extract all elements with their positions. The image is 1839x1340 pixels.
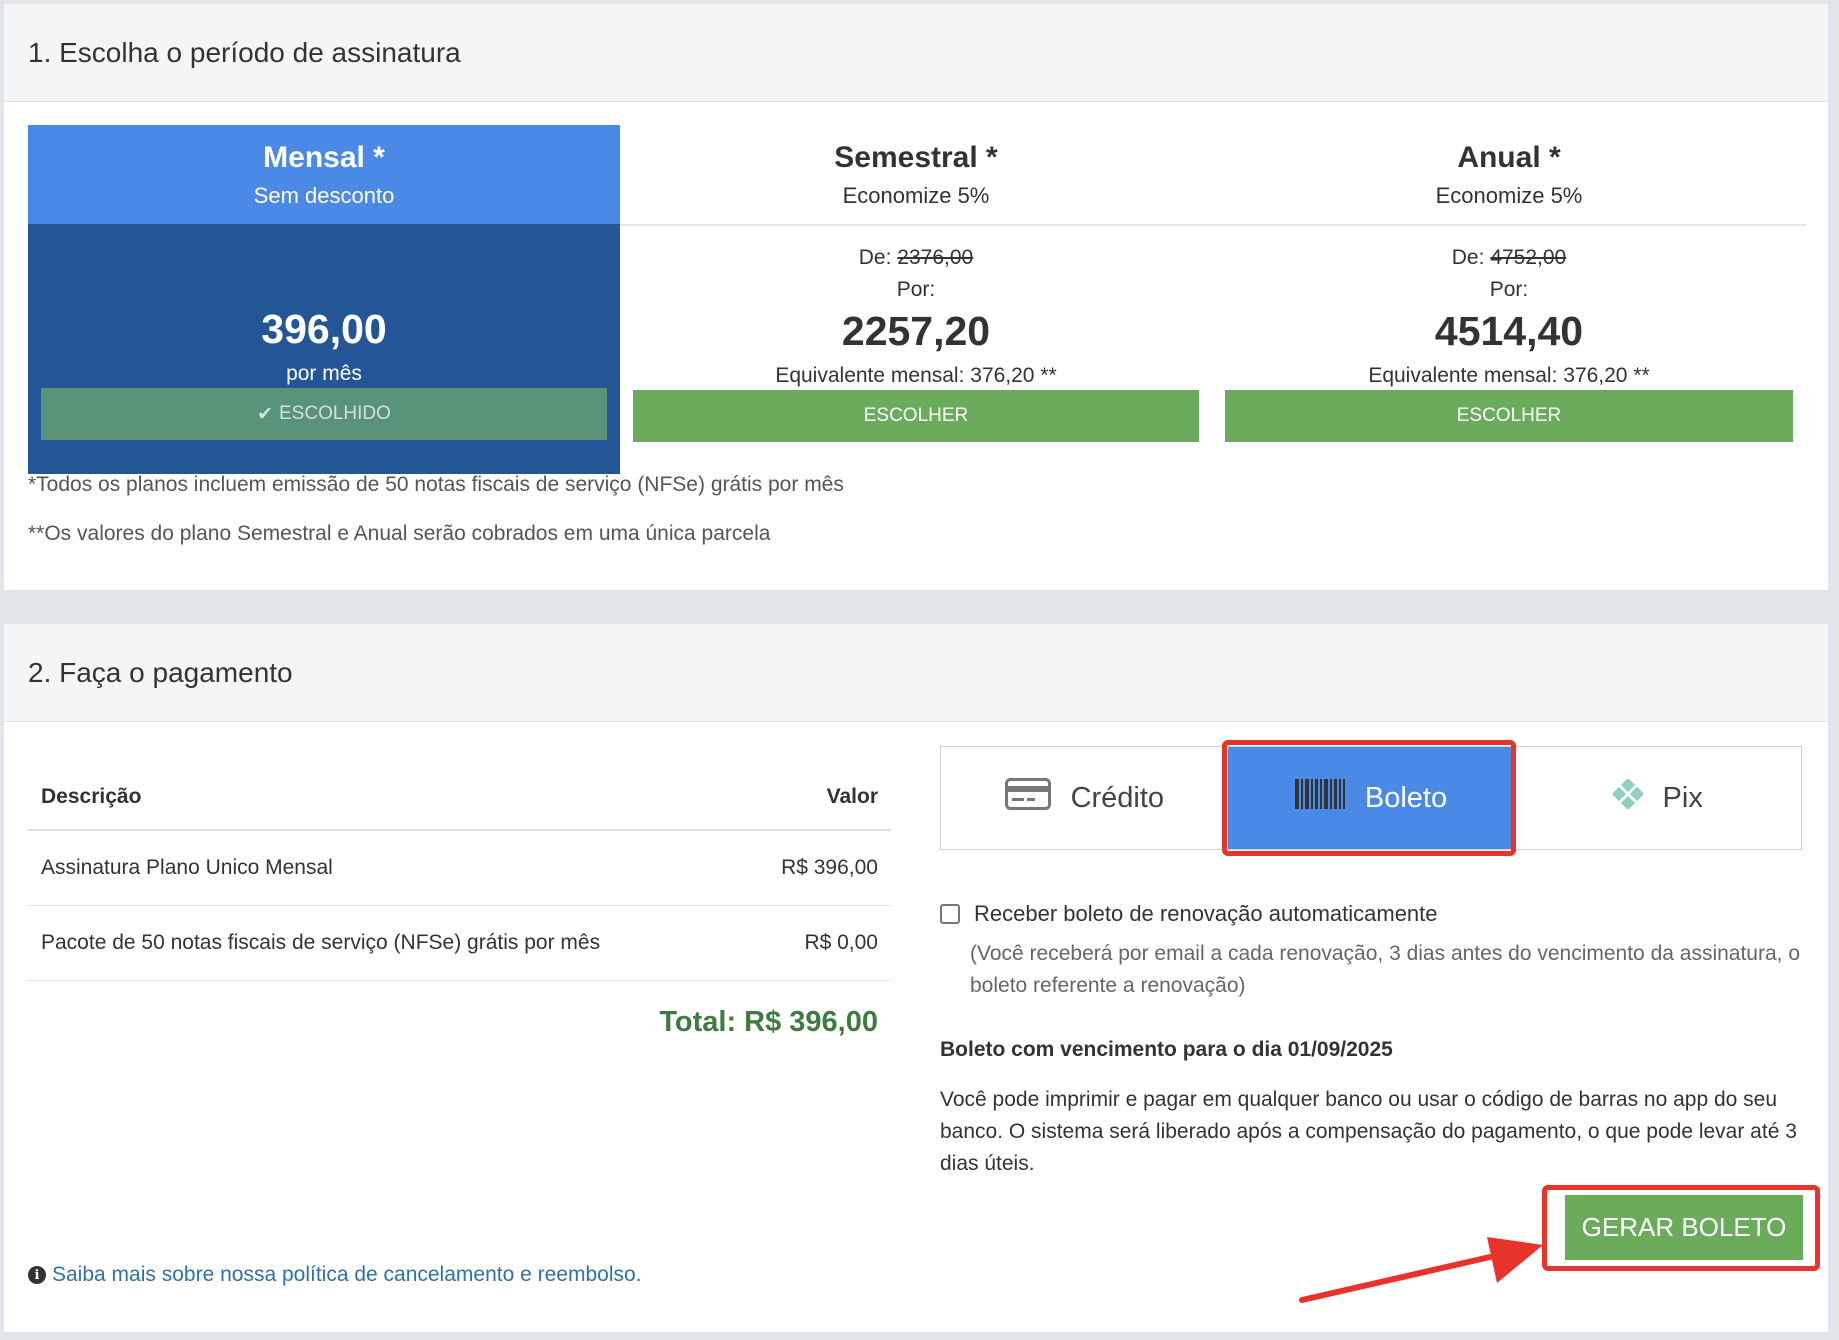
footnote-nfse: *Todos os planos incluem emissão de 50 n… (28, 473, 844, 496)
generate-boleto-button[interactable]: GERAR BOLETO (1565, 1195, 1803, 1260)
plan-anual[interactable]: Anual * Economize 5% De: 4752,00 Por: 45… (1212, 125, 1806, 474)
tab-credito[interactable]: Crédito (941, 747, 1228, 849)
section-title-payment: 2. Faça o pagamento (4, 624, 1828, 722)
plan-original-price: De: 4752,00 (1451, 246, 1567, 269)
table-header: Descrição Valor (28, 765, 891, 831)
plan-name: Semestral * (834, 141, 998, 174)
plan-equivalent: Equivalente mensal: 376,20 ** (1368, 364, 1650, 387)
payment-panel: 2. Faça o pagamento Descrição Valor Assi… (4, 624, 1828, 1332)
boleto-annotation-highlight (1222, 740, 1516, 856)
column-header-description: Descrição (41, 785, 142, 808)
plan-equivalent: Equivalente mensal: 376,20 ** (775, 364, 1057, 387)
plan-anual-header: Anual * Economize 5% (1212, 125, 1806, 224)
plan-subtitle: Economize 5% (1435, 183, 1583, 208)
plan-semestral-header: Semestral * Economize 5% (620, 125, 1212, 224)
table-row: Pacote de 50 notas fiscais de serviço (N… (28, 906, 891, 981)
tab-label: Pix (1662, 781, 1703, 814)
order-total: Total: R$ 396,00 (659, 1006, 878, 1038)
tab-pix[interactable]: Pix (1514, 747, 1802, 849)
pix-icon (1611, 777, 1644, 817)
strikethrough-price: 4752,00 (1490, 246, 1567, 269)
plan-mensal[interactable]: Mensal * Sem desconto 396,00 por mês ✔ E… (28, 125, 620, 474)
auto-renew-label: Receber boleto de renovação automaticame… (974, 901, 1438, 926)
auto-renew-checkbox[interactable] (940, 904, 960, 924)
cancellation-policy-link[interactable]: i Saiba mais sobre nossa política de can… (28, 1263, 642, 1287)
plan-name: Mensal * (263, 141, 385, 174)
row-value: R$ 396,00 (781, 856, 878, 879)
plan-price: 2257,20 (841, 308, 991, 354)
plan-price: 396,00 (261, 306, 387, 352)
footnote-single-payment: **Os valores do plano Semestral e Anual … (28, 522, 771, 545)
plan-por-label: Por: (896, 278, 936, 301)
plan-mensal-body: 396,00 por mês ✔ ESCOLHIDO (28, 224, 620, 474)
row-value: R$ 0,00 (804, 931, 878, 954)
plan-name: Anual * (1457, 141, 1561, 174)
plan-anual-choose-button[interactable]: ESCOLHER (1225, 390, 1793, 442)
plan-subtitle: Economize 5% (842, 183, 990, 208)
plan-anual-body: De: 4752,00 Por: 4514,40 Equivalente men… (1212, 226, 1806, 474)
check-icon: ✔ (257, 403, 273, 425)
row-description: Assinatura Plano Unico Mensal (41, 856, 333, 879)
boleto-due-date: Boleto com vencimento para o dia 01/09/2… (940, 1038, 1393, 1061)
plan-semestral-choose-button[interactable]: ESCOLHER (633, 390, 1199, 442)
plan-price-note: por mês (286, 362, 362, 385)
table-row: Assinatura Plano Unico Mensal R$ 396,00 (28, 831, 891, 906)
credit-card-icon (1004, 778, 1051, 818)
boleto-info-text: Você pode imprimir e pagar em qualquer b… (940, 1088, 1797, 1175)
plan-semestral-body: De: 2376,00 Por: 2257,20 Equivalente men… (620, 226, 1212, 474)
info-icon: i (28, 1266, 46, 1284)
plan-button-label: ESCOLHIDO (279, 403, 391, 424)
plan-por-label: Por: (1489, 278, 1529, 301)
section-title-period: 1. Escolha o período de assinatura (4, 4, 1828, 102)
order-summary-table: Descrição Valor Assinatura Plano Unico M… (28, 765, 891, 1038)
column-header-value: Valor (826, 785, 878, 808)
plan-original-price: De: 2376,00 (858, 246, 974, 269)
auto-renew-option[interactable]: Receber boleto de renovação automaticame… (940, 901, 1438, 927)
plan-subtitle: Sem desconto (253, 183, 395, 208)
auto-renew-note: (Você receberá por email a cada renovaçã… (970, 942, 1801, 997)
row-description: Pacote de 50 notas fiscais de serviço (N… (41, 931, 601, 954)
tab-label: Crédito (1070, 781, 1165, 814)
cancellation-link-text[interactable]: Saiba mais sobre nossa política de cance… (52, 1263, 642, 1287)
plan-mensal-chosen-button[interactable]: ✔ ESCOLHIDO (41, 388, 607, 440)
plan-options: Mensal * Sem desconto 396,00 por mês ✔ E… (28, 125, 1806, 474)
strikethrough-price: 2376,00 (897, 246, 974, 269)
subscription-period-panel: 1. Escolha o período de assinatura Mensa… (4, 4, 1828, 590)
plan-mensal-header: Mensal * Sem desconto (28, 125, 620, 224)
plan-semestral[interactable]: Semestral * Economize 5% De: 2376,00 Por… (620, 125, 1212, 474)
plan-price: 4514,40 (1434, 308, 1584, 354)
